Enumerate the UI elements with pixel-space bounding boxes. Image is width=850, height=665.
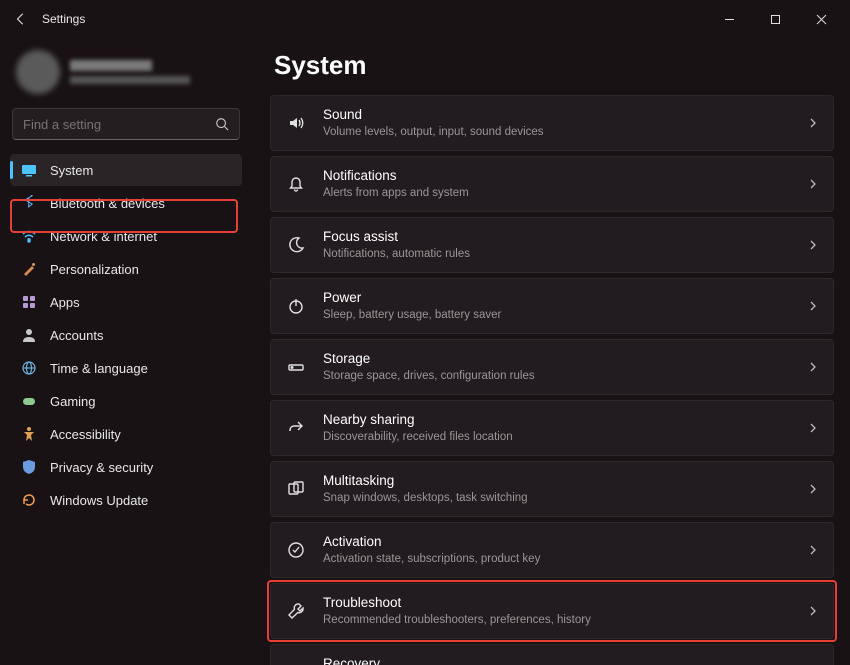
card-subtitle: Alerts from apps and system bbox=[323, 186, 793, 201]
moon-icon bbox=[283, 235, 309, 255]
chevron-right-icon bbox=[807, 422, 819, 434]
user-block[interactable] bbox=[10, 46, 242, 108]
avatar bbox=[16, 50, 60, 94]
card-subtitle: Sleep, battery usage, battery saver bbox=[323, 308, 793, 323]
close-button[interactable] bbox=[798, 4, 844, 34]
card-focus-assist[interactable]: Focus assistNotifications, automatic rul… bbox=[270, 217, 834, 273]
chevron-right-icon bbox=[807, 361, 819, 373]
card-title: Activation bbox=[323, 533, 793, 551]
card-title: Multitasking bbox=[323, 472, 793, 490]
check-icon bbox=[283, 540, 309, 560]
card-activation[interactable]: ActivationActivation state, subscription… bbox=[270, 522, 834, 578]
nav-item-label: Privacy & security bbox=[50, 460, 153, 475]
nav-item-windows-update[interactable]: Windows Update bbox=[10, 484, 242, 516]
chevron-right-icon bbox=[807, 544, 819, 556]
nav-item-label: Windows Update bbox=[50, 493, 148, 508]
nav-item-label: Accounts bbox=[50, 328, 103, 343]
card-multitasking[interactable]: MultitaskingSnap windows, desktops, task… bbox=[270, 461, 834, 517]
nav-item-label: Personalization bbox=[50, 262, 139, 277]
nav-item-label: Network & internet bbox=[50, 229, 157, 244]
chevron-right-icon bbox=[807, 178, 819, 190]
nav-item-accessibility[interactable]: Accessibility bbox=[10, 418, 242, 450]
wifi-icon bbox=[20, 228, 38, 244]
card-subtitle: Discoverability, received files location bbox=[323, 430, 793, 445]
page-title: System bbox=[274, 50, 834, 81]
card-title: Nearby sharing bbox=[323, 411, 793, 429]
user-email-redacted bbox=[70, 76, 190, 84]
nav-item-label: Accessibility bbox=[50, 427, 121, 442]
globe-icon bbox=[20, 360, 38, 376]
card-storage[interactable]: StorageStorage space, drives, configurat… bbox=[270, 339, 834, 395]
card-sound[interactable]: SoundVolume levels, output, input, sound… bbox=[270, 95, 834, 151]
settings-card-list: SoundVolume levels, output, input, sound… bbox=[270, 95, 834, 665]
card-title: Troubleshoot bbox=[323, 594, 793, 612]
card-title: Recovery bbox=[323, 655, 793, 665]
card-subtitle: Notifications, automatic rules bbox=[323, 247, 793, 262]
minimize-button[interactable] bbox=[706, 4, 752, 34]
nav-item-personalization[interactable]: Personalization bbox=[10, 253, 242, 285]
wrench-icon bbox=[283, 601, 309, 621]
nav-item-accounts[interactable]: Accounts bbox=[10, 319, 242, 351]
nav-item-time-language[interactable]: Time & language bbox=[10, 352, 242, 384]
card-subtitle: Snap windows, desktops, task switching bbox=[323, 491, 793, 506]
card-power[interactable]: PowerSleep, battery usage, battery saver bbox=[270, 278, 834, 334]
card-title: Storage bbox=[323, 350, 793, 368]
nav-item-bluetooth-devices[interactable]: Bluetooth & devices bbox=[10, 187, 242, 219]
card-subtitle: Storage space, drives, configuration rul… bbox=[323, 369, 793, 384]
share-icon bbox=[283, 418, 309, 438]
card-subtitle: Volume levels, output, input, sound devi… bbox=[323, 125, 793, 140]
card-title: Focus assist bbox=[323, 228, 793, 246]
main-panel: System SoundVolume levels, output, input… bbox=[252, 38, 850, 665]
sidebar: System Bluetooth & devices Network & inter… bbox=[0, 38, 252, 665]
accessibility-icon bbox=[20, 426, 38, 442]
nav-item-label: Bluetooth & devices bbox=[50, 196, 165, 211]
maximize-button[interactable] bbox=[752, 4, 798, 34]
power-icon bbox=[283, 296, 309, 316]
card-notifications[interactable]: NotificationsAlerts from apps and system bbox=[270, 156, 834, 212]
card-subtitle: Recommended troubleshooters, preferences… bbox=[323, 613, 793, 628]
nav-item-label: Gaming bbox=[50, 394, 96, 409]
card-title: Notifications bbox=[323, 167, 793, 185]
nav-item-label: Time & language bbox=[50, 361, 148, 376]
back-button[interactable] bbox=[14, 12, 28, 26]
shield-icon bbox=[20, 459, 38, 475]
titlebar: Settings bbox=[0, 0, 850, 38]
nav-item-network-internet[interactable]: Network & internet bbox=[10, 220, 242, 252]
person-icon bbox=[20, 327, 38, 343]
search-input[interactable] bbox=[23, 117, 215, 132]
chevron-right-icon bbox=[807, 605, 819, 617]
nav-item-label: Apps bbox=[50, 295, 80, 310]
chevron-right-icon bbox=[807, 300, 819, 312]
window-controls bbox=[706, 4, 844, 34]
card-recovery[interactable]: RecoveryReset, advanced startup, go back bbox=[270, 644, 834, 665]
nav-item-system[interactable]: System bbox=[10, 154, 242, 186]
nav-item-privacy-security[interactable]: Privacy & security bbox=[10, 451, 242, 483]
display-icon bbox=[20, 162, 38, 178]
update-icon bbox=[20, 492, 38, 508]
card-subtitle: Activation state, subscriptions, product… bbox=[323, 552, 793, 567]
card-troubleshoot[interactable]: TroubleshootRecommended troubleshooters,… bbox=[270, 583, 834, 639]
nav-item-apps[interactable]: Apps bbox=[10, 286, 242, 318]
bluetooth-icon bbox=[20, 195, 38, 211]
card-title: Power bbox=[323, 289, 793, 307]
search-icon bbox=[215, 117, 229, 131]
chevron-right-icon bbox=[807, 117, 819, 129]
chevron-right-icon bbox=[807, 239, 819, 251]
nav-list: System Bluetooth & devices Network & inter… bbox=[10, 154, 242, 516]
storage-icon bbox=[283, 357, 309, 377]
bell-icon bbox=[283, 174, 309, 194]
nav-item-label: System bbox=[50, 163, 93, 178]
sound-icon bbox=[283, 113, 309, 133]
gaming-icon bbox=[20, 393, 38, 409]
card-title: Sound bbox=[323, 106, 793, 124]
search-box[interactable] bbox=[12, 108, 240, 140]
chevron-right-icon bbox=[807, 483, 819, 495]
nav-item-gaming[interactable]: Gaming bbox=[10, 385, 242, 417]
window-title: Settings bbox=[42, 12, 85, 26]
multitask-icon bbox=[283, 479, 309, 499]
card-nearby-sharing[interactable]: Nearby sharingDiscoverability, received … bbox=[270, 400, 834, 456]
grid-icon bbox=[20, 294, 38, 310]
brush-icon bbox=[20, 261, 38, 277]
user-name-redacted bbox=[70, 60, 152, 71]
